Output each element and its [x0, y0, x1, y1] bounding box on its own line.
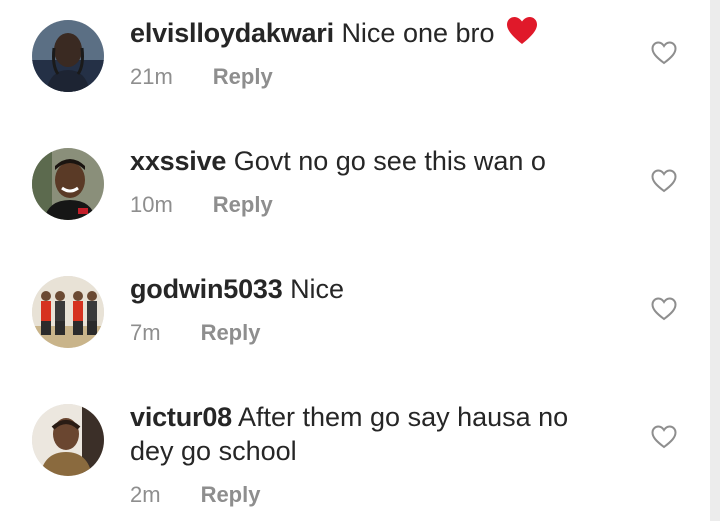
comment-text-line2: dey go school: [130, 436, 297, 466]
comment-time: 10m: [130, 192, 173, 217]
avatar[interactable]: [32, 20, 104, 92]
avatar[interactable]: [32, 148, 104, 220]
comment-time: 21m: [130, 64, 173, 89]
comment-item: xxssive Govt no go see this wan o 10m Re…: [0, 128, 710, 256]
comment-item: victur08 After them go say hausa no dey …: [0, 384, 710, 521]
scroll-edge: [710, 0, 720, 521]
comment-username[interactable]: godwin5033: [130, 274, 283, 304]
comment-text: Nice: [290, 274, 345, 304]
comment-line: victur08 After them go say hausa no: [130, 400, 630, 434]
comment-time: 7m: [130, 320, 161, 345]
reply-button[interactable]: Reply: [213, 64, 273, 90]
comment-username[interactable]: elvislloydakwari: [130, 18, 334, 48]
reply-button[interactable]: Reply: [213, 192, 273, 218]
heart-outline-icon[interactable]: [651, 297, 677, 321]
reply-button[interactable]: Reply: [201, 482, 261, 508]
comment-line: elvislloydakwari Nice one bro: [130, 16, 630, 54]
heart-outline-icon[interactable]: [651, 41, 677, 65]
avatar[interactable]: [32, 404, 104, 476]
comment-username[interactable]: victur08: [130, 402, 232, 432]
comment-line: godwin5033 Nice: [130, 272, 630, 306]
avatar[interactable]: [32, 276, 104, 348]
comment-text: Nice one bro: [341, 18, 495, 48]
comment-time: 2m: [130, 482, 161, 507]
comment-text: Govt no go see this wan o: [233, 146, 546, 176]
red-heart-emoji: [506, 16, 538, 54]
heart-outline-icon[interactable]: [651, 169, 677, 193]
reply-button[interactable]: Reply: [201, 320, 261, 346]
heart-outline-icon[interactable]: [651, 425, 677, 449]
comment-item: godwin5033 Nice 7m Reply: [0, 256, 710, 384]
comment-item: elvislloydakwari Nice one bro 21m Reply: [0, 0, 710, 128]
comment-username[interactable]: xxssive: [130, 146, 226, 176]
comment-text: After them go say hausa no: [237, 402, 569, 432]
comment-line: xxssive Govt no go see this wan o: [130, 144, 630, 178]
